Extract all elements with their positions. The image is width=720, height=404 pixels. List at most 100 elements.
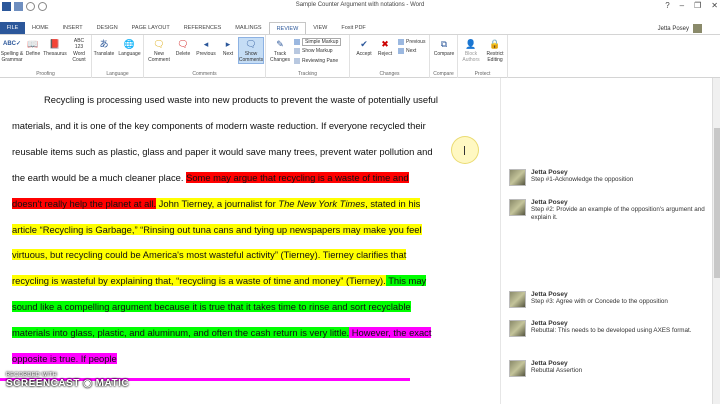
tab-mailings[interactable]: MAILINGS (228, 22, 268, 34)
translate-icon: あ (99, 38, 109, 49)
next-change-button[interactable]: Next (398, 48, 416, 54)
group-label: Protect (474, 71, 491, 77)
tab-review[interactable]: REVIEW (268, 22, 307, 34)
comment-author: Jetta Posey (531, 199, 568, 206)
show-comments-button[interactable]: 🗨 Show Comments (238, 37, 264, 64)
group-label: Tracking (298, 71, 317, 77)
track-changes-button[interactable]: ✎ Track Changes (268, 38, 292, 63)
next-comment-icon: ▸ (225, 38, 231, 49)
reject-button[interactable]: ✖ Reject (375, 38, 395, 58)
yellow-highlight-text-2: , stated in his article “Recycling is Ga… (12, 197, 422, 287)
thesaurus-icon: 📕 (49, 38, 61, 49)
comment-avatar (509, 291, 526, 308)
show-markup-dropdown[interactable]: Show Markup (294, 48, 333, 54)
title-bar: Sample Counter Argument with notations -… (0, 0, 720, 14)
word-count-icon: ABC 123 (73, 38, 85, 50)
comment-text: Step #1-Acknowledge the opposition (531, 176, 634, 183)
close-icon[interactable]: ✕ (711, 1, 718, 10)
comment[interactable]: Jetta Posey Rebuttal Assertion (509, 360, 709, 377)
user-account[interactable]: Jetta Posey (658, 24, 702, 33)
tab-file[interactable]: FILE (0, 22, 25, 34)
show-comments-icon: 🗨 (245, 38, 257, 49)
compare-icon: ⧉ (440, 38, 448, 49)
previous-change-button[interactable]: Previous (398, 39, 425, 45)
new-comment-button[interactable]: 🗨 New Comment (147, 38, 171, 63)
next-comment-button[interactable]: ▸ Next (220, 38, 236, 58)
block-authors-icon: 👤 (465, 38, 477, 49)
previous-change-icon (398, 39, 404, 45)
previous-comment-button[interactable]: ◂ Previous (194, 38, 218, 58)
group-protect: 👤 Block Authors 🔒 Restrict Editing Prote… (458, 35, 508, 78)
comment[interactable]: Jetta Posey Rebuttal: This needs to be d… (509, 320, 709, 337)
comment-author: Jetta Posey (531, 291, 568, 298)
tab-insert[interactable]: INSERT (56, 22, 90, 34)
delete-comment-button[interactable]: 🗨 Delete (173, 38, 193, 58)
accept-icon: ✔ (360, 38, 368, 49)
restore-icon[interactable]: ❐ (694, 1, 701, 10)
show-markup-icon (294, 48, 300, 54)
delete-comment-icon: 🗨 (177, 38, 189, 49)
yellow-highlight-italic-text: The New York Times (278, 197, 366, 209)
comment[interactable]: Jetta Posey Step #3: Agree with or Conce… (509, 291, 709, 308)
comment-avatar (509, 199, 526, 216)
accept-button[interactable]: ✔ Accept (354, 38, 374, 58)
minimize-icon[interactable]: – (680, 1, 684, 10)
comment[interactable]: Jetta Posey Step #1-Acknowledge the oppo… (509, 169, 709, 186)
block-authors-button[interactable]: 👤 Block Authors (460, 38, 482, 63)
window-controls: ? – ❐ ✕ (665, 1, 718, 10)
vertical-scrollbar[interactable] (712, 78, 720, 404)
group-label: Proofing (36, 71, 55, 77)
group-language: あ Translate 🌐 Language Language (92, 35, 144, 78)
tab-view[interactable]: VIEW (306, 22, 334, 34)
word-count-button[interactable]: ABC 123 Word Count (69, 38, 89, 63)
tab-references[interactable]: REFERENCES (177, 22, 229, 34)
thesaurus-button[interactable]: 📕 Thesaurus (43, 38, 67, 58)
next-change-icon (398, 48, 404, 54)
group-label: Compare (433, 71, 454, 77)
tab-page-layout[interactable]: PAGE LAYOUT (125, 22, 177, 34)
document-body[interactable]: Recycling is processing used waste into … (12, 87, 438, 372)
group-comments: 🗨 New Comment 🗨 Delete ◂ Previous ▸ Next… (144, 35, 266, 78)
language-icon: 🌐 (123, 38, 136, 49)
new-comment-icon: 🗨 (153, 38, 165, 49)
ribbon: ABC✓ Spelling & Grammar 📖 Define 📕 Thesa… (0, 34, 720, 78)
reviewing-pane-dropdown[interactable]: Reviewing Pane (294, 58, 338, 64)
comment-avatar (509, 320, 526, 337)
group-changes: ✔ Accept ✖ Reject Previous Next Changes (350, 35, 430, 78)
language-button[interactable]: 🌐 Language (117, 38, 142, 58)
restrict-editing-icon: 🔒 (489, 38, 501, 49)
simple-markup-dropdown[interactable]: Simple Markup (294, 38, 342, 46)
compare-button[interactable]: ⧉ Compare (431, 38, 457, 58)
comment-text: Rebuttal Assertion (531, 367, 583, 374)
user-name: Jetta Posey (657, 25, 689, 32)
paragraph[interactable]: Recycling is processing used waste into … (12, 87, 438, 372)
watermark-brand-text: SCREENCAST ◉ MATIC (6, 378, 130, 389)
comment-author: Jetta Posey (531, 320, 568, 327)
group-label: Comments (192, 71, 217, 77)
reviewing-pane-icon (294, 58, 300, 64)
scrollbar-thumb[interactable] (714, 128, 720, 278)
document-page[interactable]: Recycling is processing used waste into … (0, 78, 500, 404)
comment-avatar (509, 169, 526, 186)
book-icon: 📖 (27, 38, 39, 49)
mouse-cursor-highlight (451, 136, 479, 164)
restrict-editing-button[interactable]: 🔒 Restrict Editing (483, 38, 507, 63)
tab-design[interactable]: DESIGN (90, 22, 125, 34)
spelling-grammar-button[interactable]: ABC✓ Spelling & Grammar (1, 38, 24, 63)
comment-text: Step #3: Agree with or Concede to the op… (531, 298, 668, 305)
help-icon[interactable]: ? (665, 1, 669, 10)
group-label: Changes (379, 71, 400, 77)
define-button[interactable]: 📖 Define (24, 38, 42, 58)
yellow-highlight-text: John Tierney, a journalist for (156, 197, 279, 209)
translate-button[interactable]: あ Translate (93, 38, 115, 58)
document-area: Recycling is processing used waste into … (0, 78, 712, 404)
comment-author: Jetta Posey (531, 360, 568, 367)
window-title: Sample Counter Argument with notations -… (295, 2, 425, 8)
tab-foxit-pdf[interactable]: Foxit PDF (334, 22, 372, 34)
user-avatar (693, 24, 702, 33)
comments-pane: Jetta Posey Step #1-Acknowledge the oppo… (500, 78, 712, 404)
group-proofing: ABC✓ Spelling & Grammar 📖 Define 📕 Thesa… (0, 35, 92, 78)
comment[interactable]: Jetta Posey Step #2: Provide an example … (509, 199, 709, 223)
tab-home[interactable]: HOME (25, 22, 56, 34)
group-compare: ⧉ Compare Compare (430, 35, 458, 78)
